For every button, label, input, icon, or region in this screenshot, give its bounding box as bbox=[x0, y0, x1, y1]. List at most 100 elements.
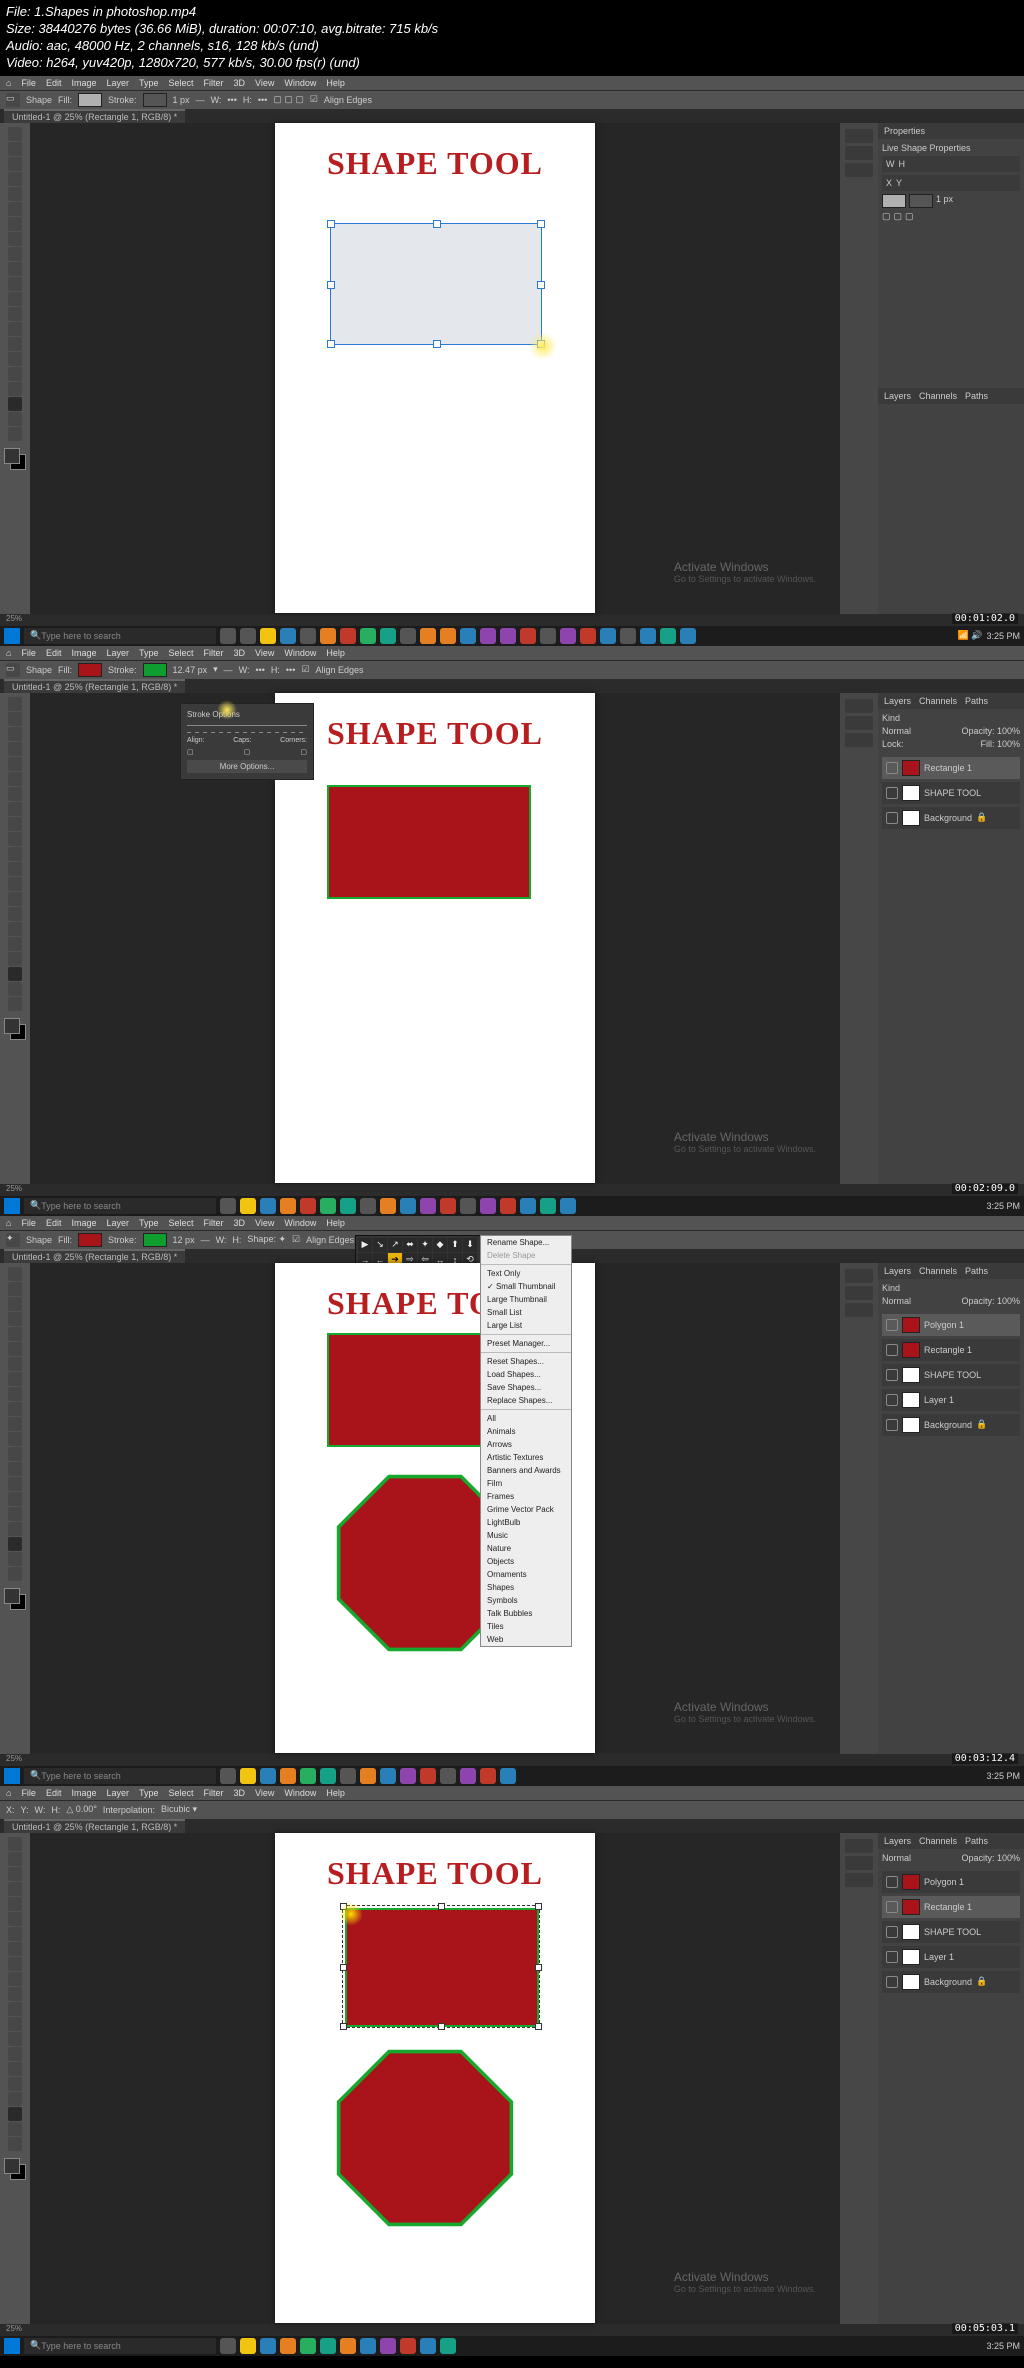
heal-tool-icon[interactable] bbox=[8, 232, 22, 246]
layers-tab[interactable]: Layers bbox=[884, 696, 911, 706]
layer-row[interactable]: Polygon 1 bbox=[882, 1314, 1020, 1336]
hand-tool-icon[interactable] bbox=[8, 412, 22, 426]
paths-tab[interactable]: Paths bbox=[965, 391, 988, 401]
fill-swatch[interactable] bbox=[78, 663, 102, 677]
cursor-highlight bbox=[339, 1902, 363, 1926]
eraser-tool-icon[interactable] bbox=[8, 292, 22, 306]
menu-filter[interactable]: Filter bbox=[204, 78, 224, 88]
menu-view[interactable]: View bbox=[255, 78, 274, 88]
stroke-align-label: Align: bbox=[187, 737, 205, 744]
menubar[interactable]: ⌂ FileEditImage LayerTypeSelect Filter3D… bbox=[0, 1216, 1024, 1230]
lasso-tool-icon[interactable] bbox=[8, 157, 22, 171]
canvas-area[interactable]: Stroke Options Align: Caps: Corners: ▢▢▢… bbox=[30, 693, 840, 1184]
windows-taskbar[interactable]: 🔍 Type here to search 📶 🔊3:25 PM bbox=[0, 626, 1024, 646]
stroke-corners-label: Corners: bbox=[280, 737, 307, 744]
ctx-rename[interactable]: Rename Shape... bbox=[481, 1236, 571, 1249]
w-label: W: bbox=[211, 95, 222, 105]
stroke-caps-label: Caps: bbox=[233, 737, 251, 744]
menubar[interactable]: ⌂ FileEditImage LayerTypeSelect Filter3D… bbox=[0, 646, 1024, 660]
ctx-text-only[interactable]: Text Only bbox=[481, 1267, 571, 1280]
layers-tab[interactable]: Layers bbox=[884, 391, 911, 401]
brush-tool-icon[interactable] bbox=[8, 247, 22, 261]
transform-box[interactable] bbox=[342, 1905, 540, 2028]
menu-image[interactable]: Image bbox=[71, 78, 96, 88]
stroke-swatch[interactable] bbox=[143, 663, 167, 677]
eye-icon[interactable] bbox=[886, 762, 898, 774]
align-edges-label[interactable]: Align Edges bbox=[324, 95, 372, 105]
right-panels[interactable]: Properties Live Shape Properties WH XY 1… bbox=[878, 123, 1024, 614]
stroke-popup-title: Stroke Options bbox=[187, 710, 307, 719]
options-bar[interactable]: ✦ Shape Fill: Stroke: 12 px— W:H: Shape:… bbox=[0, 1230, 1024, 1249]
canvas-area[interactable]: SHAPE TOOL Activate Windows Go to Settin… bbox=[30, 123, 840, 614]
windows-taskbar[interactable]: 🔍 Type here to search 3:25 PM bbox=[0, 1196, 1024, 1216]
menu-layer[interactable]: Layer bbox=[106, 78, 129, 88]
ctx-delete[interactable]: Delete Shape bbox=[481, 1249, 571, 1262]
layer-row[interactable]: Background 🔒 bbox=[882, 807, 1020, 829]
menu-3d[interactable]: 3D bbox=[234, 78, 246, 88]
marquee-tool-icon[interactable] bbox=[8, 142, 22, 156]
live-shape-header: Live Shape Properties bbox=[882, 143, 1020, 153]
stroke-label: Stroke: bbox=[108, 95, 137, 105]
history-brush-icon[interactable] bbox=[8, 277, 22, 291]
ctx-large-thumb[interactable]: Large Thumbnail bbox=[481, 1293, 571, 1306]
menu-select[interactable]: Select bbox=[169, 78, 194, 88]
shapes-context-menu[interactable]: Rename Shape... Delete Shape Text Only S… bbox=[480, 1235, 572, 1647]
layer-row[interactable]: Rectangle 1 bbox=[882, 757, 1020, 779]
menu-help[interactable]: Help bbox=[326, 78, 345, 88]
blur-tool-icon[interactable] bbox=[8, 322, 22, 336]
options-bar[interactable]: ▭ Shape Fill: Stroke: 1 px — W: ••• H: •… bbox=[0, 90, 1024, 109]
menu-edit[interactable]: Edit bbox=[46, 78, 62, 88]
screenshot-2: ⌂ FileEditImage LayerTypeSelect Filter3D… bbox=[0, 646, 1024, 1216]
ctx-small-list[interactable]: Small List bbox=[481, 1306, 571, 1319]
start-button[interactable] bbox=[4, 628, 20, 644]
stroke-options-popup[interactable]: Stroke Options Align: Caps: Corners: ▢▢▢… bbox=[180, 703, 314, 780]
fill-swatch[interactable] bbox=[78, 93, 102, 107]
move-tool-icon[interactable] bbox=[8, 127, 22, 141]
more-options-button[interactable]: More Options... bbox=[187, 760, 307, 773]
pen-tool-icon[interactable] bbox=[8, 352, 22, 366]
options-bar[interactable]: ▭ Shape Fill: Stroke: 12.47 px ▾— W:••• … bbox=[0, 660, 1024, 679]
gradient-tool-icon[interactable] bbox=[8, 307, 22, 321]
channels-tab[interactable]: Channels bbox=[919, 391, 957, 401]
menu-type[interactable]: Type bbox=[139, 78, 159, 88]
libraries-panel-icon[interactable] bbox=[845, 163, 873, 177]
stamp-tool-icon[interactable] bbox=[8, 262, 22, 276]
document-tabs[interactable]: Untitled-1 @ 25% (Rectangle 1, RGB/8) * bbox=[0, 109, 1024, 123]
zoom-tool-icon[interactable] bbox=[8, 427, 22, 441]
menu-window[interactable]: Window bbox=[284, 78, 316, 88]
tools-panel[interactable] bbox=[0, 123, 30, 614]
collapsed-panels[interactable] bbox=[840, 123, 878, 614]
color-panel-icon[interactable] bbox=[845, 129, 873, 143]
red-rectangle-shape[interactable] bbox=[327, 785, 531, 899]
stroke-swatch[interactable] bbox=[143, 93, 167, 107]
status-bar: 25% bbox=[0, 614, 1024, 626]
home-icon[interactable]: ⌂ bbox=[6, 78, 11, 88]
red-octagon-shape[interactable] bbox=[335, 2048, 515, 2228]
crop-tool-icon[interactable] bbox=[8, 187, 22, 201]
eyedropper-tool-icon[interactable] bbox=[8, 217, 22, 231]
tools-panel[interactable] bbox=[0, 693, 30, 1184]
ctx-large-list[interactable]: Large List bbox=[481, 1319, 571, 1332]
menu-file[interactable]: File bbox=[21, 78, 36, 88]
wand-tool-icon[interactable] bbox=[8, 172, 22, 186]
properties-tab[interactable]: Properties bbox=[878, 123, 1024, 139]
menubar[interactable]: ⌂ File Edit Image Layer Type Select Filt… bbox=[0, 76, 1024, 90]
document-tab[interactable]: Untitled-1 @ 25% (Rectangle 1, RGB/8) * bbox=[4, 109, 185, 123]
type-tool-icon[interactable] bbox=[8, 367, 22, 381]
layer-row[interactable]: SHAPE TOOL bbox=[882, 782, 1020, 804]
color-chips[interactable] bbox=[4, 448, 26, 470]
rectangle-tool-icon[interactable]: ▭ bbox=[6, 93, 20, 107]
path-select-tool-icon[interactable] bbox=[8, 382, 22, 396]
document-page[interactable]: SHAPE TOOL bbox=[275, 123, 595, 613]
clock: 3:25 PM bbox=[986, 631, 1020, 641]
frame-tool-icon[interactable] bbox=[8, 202, 22, 216]
rectangle-shape-selected[interactable] bbox=[330, 223, 542, 345]
page-title-text: SHAPE TOOL bbox=[275, 123, 595, 182]
shape-mode-dropdown[interactable]: Shape bbox=[26, 95, 52, 105]
stroke-width[interactable]: 12.47 px bbox=[173, 665, 208, 675]
swatches-panel-icon[interactable] bbox=[845, 146, 873, 160]
dodge-tool-icon[interactable] bbox=[8, 337, 22, 351]
shape-tool-icon[interactable] bbox=[8, 397, 22, 411]
taskbar-search[interactable]: 🔍 Type here to search bbox=[24, 628, 216, 644]
ctx-small-thumb[interactable]: Small Thumbnail bbox=[481, 1280, 571, 1293]
